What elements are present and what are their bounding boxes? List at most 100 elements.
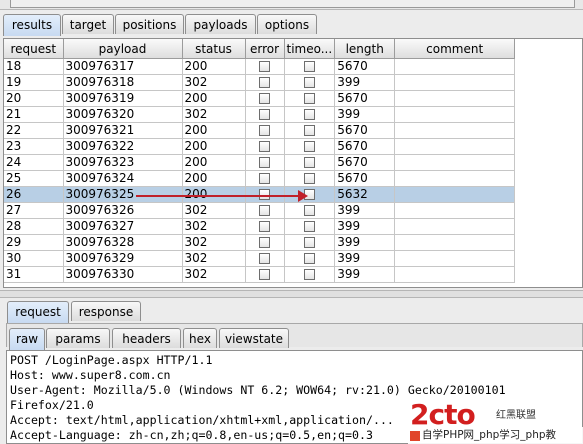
cell-length: 5670: [334, 122, 396, 139]
cell-status: 302: [182, 74, 246, 91]
cell-payload: 300976322: [63, 138, 183, 155]
error-checkbox: [259, 237, 270, 248]
column-header-status[interactable]: status: [182, 39, 246, 59]
cell-error: [245, 250, 285, 267]
table-row[interactable]: 31 300976330 302 399: [4, 266, 516, 283]
error-checkbox: [259, 221, 270, 232]
cell-request: 25: [4, 170, 64, 187]
cell-timeout: [284, 250, 336, 267]
timeout-checkbox: [303, 269, 315, 280]
cell-length: 399: [334, 234, 396, 251]
cell-payload: 300976323: [63, 154, 183, 171]
cell-payload: 300976318: [63, 74, 183, 91]
cell-timeout: [284, 58, 336, 75]
cell-length: 399: [334, 250, 396, 267]
cell-error: [245, 106, 285, 123]
cell-payload: 300976329: [63, 250, 183, 267]
cell-length: 399: [334, 266, 396, 283]
tab-headers[interactable]: headers: [112, 328, 181, 348]
column-header-request[interactable]: request: [4, 39, 64, 59]
cell-status: 200: [182, 90, 246, 107]
cell-comment: [394, 218, 516, 235]
cell-timeout: [284, 138, 336, 155]
cell-request: 18: [4, 58, 64, 75]
table-row[interactable]: 23 300976322 200 5670: [4, 138, 516, 155]
error-checkbox: [259, 157, 270, 168]
tab-raw[interactable]: raw: [9, 328, 45, 350]
cell-error: [245, 58, 285, 75]
tab-results[interactable]: results: [3, 14, 61, 36]
table-row[interactable]: 24 300976323 200 5670: [4, 154, 516, 171]
cell-request: 31: [4, 266, 64, 283]
table-row[interactable]: 29 300976328 302 399: [4, 234, 516, 251]
cell-length: 399: [334, 74, 396, 91]
cell-error: [245, 170, 285, 187]
cell-comment: [394, 202, 516, 219]
cell-length: 5670: [334, 138, 396, 155]
table-row[interactable]: 20 300976319 200 5670: [4, 90, 516, 107]
cell-comment: [394, 74, 516, 91]
cell-status: 302: [182, 234, 246, 251]
tab-request[interactable]: request: [7, 301, 69, 323]
tab-payloads[interactable]: payloads: [185, 14, 256, 34]
cell-error: [245, 122, 285, 139]
column-header-error[interactable]: error: [245, 39, 285, 59]
table-row[interactable]: 18 300976317 200 5670: [4, 58, 516, 75]
results-table: request payload status error timeo... length c…: [4, 39, 516, 283]
cell-length: 399: [334, 106, 396, 123]
cell-payload: 300976330: [63, 266, 183, 283]
timeout-checkbox: [303, 93, 315, 104]
cell-comment: [394, 234, 516, 251]
tab-params[interactable]: params: [46, 328, 110, 348]
raw-line: Firefox/21.0: [10, 398, 94, 412]
cell-timeout: [284, 122, 336, 139]
tab-target[interactable]: target: [62, 14, 114, 34]
cell-comment: [394, 186, 516, 203]
cell-timeout: [284, 266, 336, 283]
cell-comment: [394, 266, 516, 283]
timeout-checkbox: [303, 109, 315, 120]
cell-comment: [394, 138, 516, 155]
cell-request: 20: [4, 90, 64, 107]
error-checkbox: [259, 93, 270, 104]
cell-error: [245, 138, 285, 155]
cell-comment: [394, 170, 516, 187]
cell-timeout: [284, 106, 336, 123]
error-checkbox: [259, 109, 270, 120]
table-row[interactable]: 21 300976320 302 399: [4, 106, 516, 123]
column-header-payload[interactable]: payload: [63, 39, 183, 59]
cell-error: [245, 266, 285, 283]
cell-length: 5632: [334, 186, 396, 203]
column-header-timeo[interactable]: timeo...: [284, 39, 336, 59]
table-row[interactable]: 25 300976324 200 5670: [4, 170, 516, 187]
cell-comment: [394, 106, 516, 123]
table-row[interactable]: 30 300976329 302 399: [4, 250, 516, 267]
cell-length: 5670: [334, 170, 396, 187]
column-header-length[interactable]: length: [334, 39, 396, 59]
cell-length: 5670: [334, 90, 396, 107]
raw-request-text[interactable]: POST /LoginPage.aspx HTTP/1.1 Host: www.s…: [6, 350, 583, 444]
tab-positions[interactable]: positions: [115, 14, 184, 34]
tab-response[interactable]: response: [71, 301, 141, 321]
cell-length: 5670: [334, 154, 396, 171]
table-row[interactable]: 28 300976327 302 399: [4, 218, 516, 235]
tab-viewstate[interactable]: viewstate: [219, 328, 289, 348]
cell-request: 26: [4, 186, 64, 203]
results-table-panel[interactable]: request payload status error timeo... length c…: [3, 38, 583, 288]
annotation-arrow-line: [136, 195, 304, 197]
tab-hex[interactable]: hex: [183, 328, 217, 348]
cell-comment: [394, 154, 516, 171]
cell-status: 302: [182, 106, 246, 123]
table-row[interactable]: 19 300976318 302 399: [4, 74, 516, 91]
timeout-checkbox: [303, 221, 315, 232]
split-pane-divider[interactable]: [0, 290, 583, 298]
cell-request: 21: [4, 106, 64, 123]
tab-options[interactable]: options: [257, 14, 317, 34]
table-row[interactable]: 27 300976326 302 399: [4, 202, 516, 219]
table-row[interactable]: 22 300976321 200 5670: [4, 122, 516, 139]
timeout-checkbox: [303, 77, 315, 88]
timeout-checkbox: [303, 125, 315, 136]
cell-timeout: [284, 234, 336, 251]
column-header-comment[interactable]: comment: [394, 39, 516, 59]
cell-status: 302: [182, 266, 246, 283]
